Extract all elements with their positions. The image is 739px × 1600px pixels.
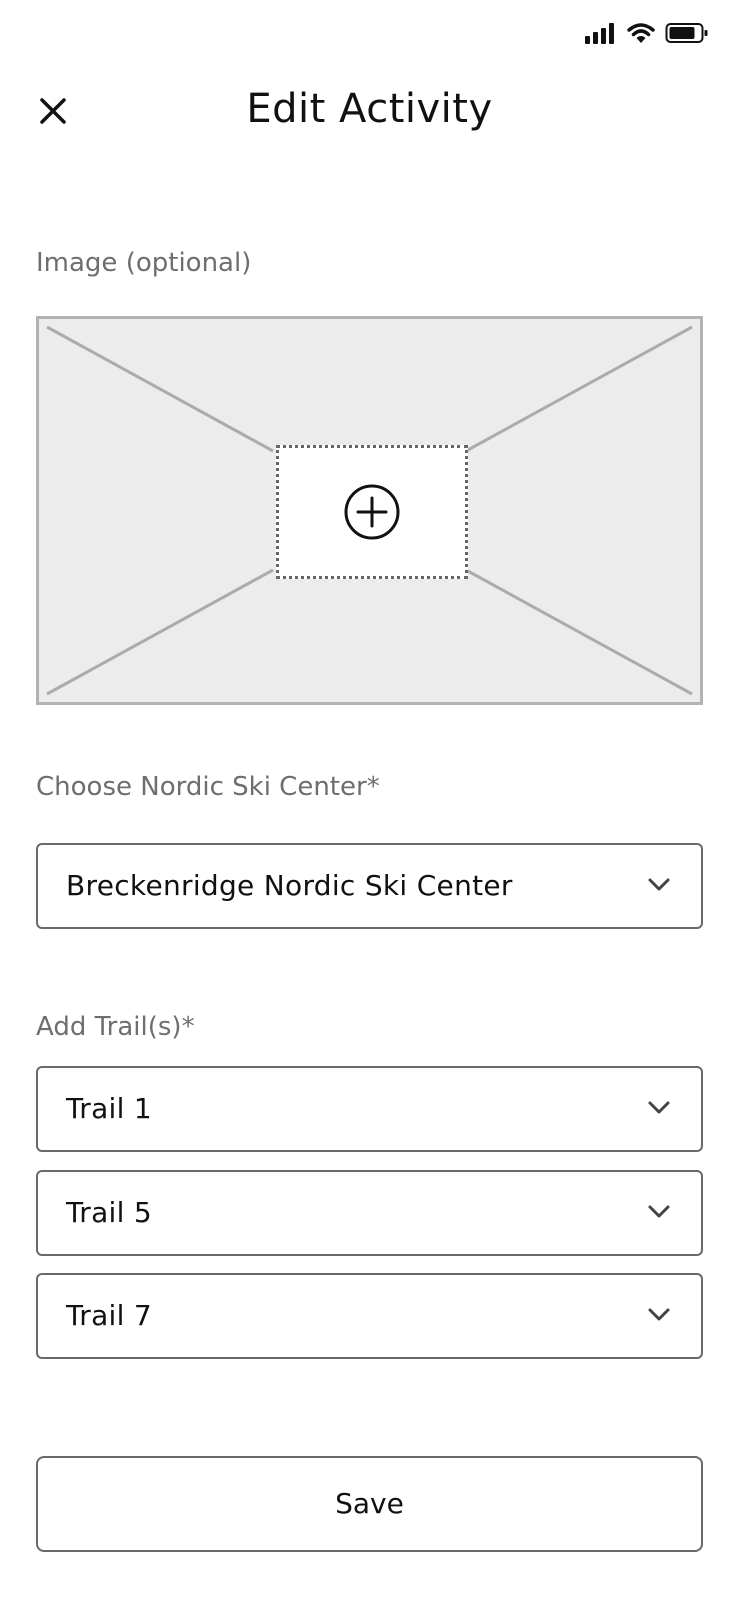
center-label: Choose Nordic Ski Center*	[36, 772, 380, 802]
trails-label: Add Trail(s)*	[36, 1012, 195, 1042]
chevron-down-icon	[648, 1308, 670, 1321]
chevron-down-icon	[648, 1101, 670, 1114]
wifi-icon	[627, 23, 655, 43]
add-image-button[interactable]	[276, 445, 468, 579]
header: Edit Activity	[0, 78, 739, 148]
center-select[interactable]: Breckenridge Nordic Ski Center	[36, 843, 703, 929]
trail-select-value: Trail 1	[66, 1092, 153, 1125]
trail-select-3[interactable]: Trail 7	[36, 1273, 703, 1359]
trail-select-2[interactable]: Trail 5	[36, 1170, 703, 1256]
scroll-clipped-content	[36, 1400, 296, 1408]
trail-select-value: Trail 7	[66, 1299, 153, 1332]
image-label: Image (optional)	[36, 248, 252, 278]
center-select-value: Breckenridge Nordic Ski Center	[66, 869, 513, 902]
image-upload-area[interactable]	[36, 316, 703, 705]
plus-circle-icon	[344, 484, 400, 540]
page-title: Edit Activity	[246, 86, 493, 132]
battery-icon	[665, 23, 708, 43]
cellular-signal-icon	[585, 23, 614, 44]
save-button[interactable]: Save	[36, 1456, 703, 1552]
trail-select-1[interactable]: Trail 1	[36, 1066, 703, 1152]
chevron-down-icon	[648, 1205, 670, 1218]
trail-select-value: Trail 5	[66, 1196, 153, 1229]
chevron-down-icon	[648, 878, 670, 891]
status-bar	[585, 18, 709, 48]
